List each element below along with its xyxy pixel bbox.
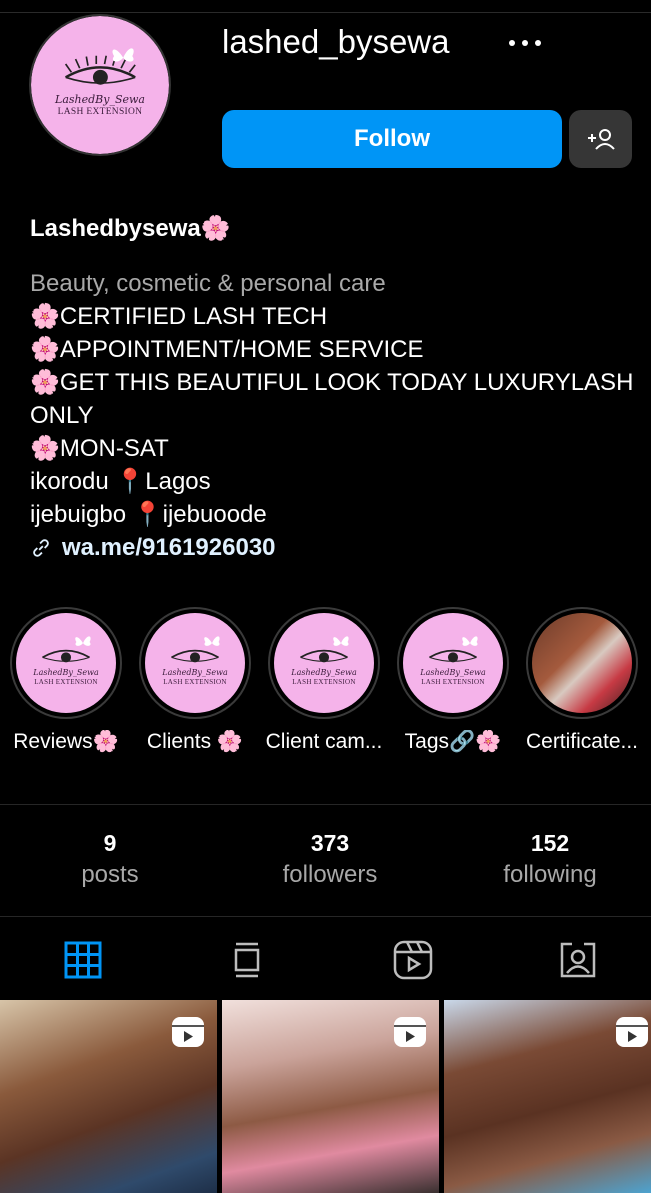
butterfly-icon (204, 636, 220, 646)
butterfly-icon (333, 636, 349, 646)
logo-subtitle: LASH EXTENSION (34, 677, 98, 686)
bio-line: ikorodu 📍Lagos (30, 468, 211, 495)
highlight-label: Client cam... (265, 730, 383, 753)
highlight-photo (532, 613, 632, 713)
highlight-cover (526, 607, 638, 719)
stats-top-divider (0, 804, 651, 805)
profile-bio: Beauty, cosmetic & personal care 🌸CERTIF… (30, 267, 640, 564)
stat-following[interactable]: 152 following (450, 828, 650, 892)
link-icon (33, 538, 49, 557)
logo-script-text: LashedBy_Sewa (291, 667, 357, 677)
highlight-cover: LashedBy_Sewa LASH EXTENSION (10, 607, 122, 719)
highlight-reviews[interactable]: LashedBy_Sewa LASH EXTENSION Reviews🌸 (2, 607, 130, 754)
highlight-client-cam[interactable]: LashedBy_Sewa LASH EXTENSION Client cam.… (260, 607, 388, 754)
grid-icon (64, 941, 102, 979)
profile-avatar[interactable]: LashedBy_Sewa LASH EXTENSION (29, 14, 171, 156)
highlight-label: Certificate... (525, 730, 639, 753)
tagged-icon (560, 942, 596, 978)
tabs-top-divider (0, 916, 651, 917)
stat-followers[interactable]: 373 followers (230, 828, 430, 892)
profile-tabs (0, 918, 651, 998)
bio-link[interactable]: wa.me/9161926030 (30, 531, 640, 564)
bio-line: 🌸CERTIFIED LASH TECH (30, 303, 328, 330)
tab-reels[interactable] (391, 938, 435, 982)
reels-icon (393, 940, 433, 980)
bio-category: Beauty, cosmetic & personal care (30, 270, 386, 297)
posts-count: 9 (103, 830, 117, 856)
bio-line: ijebuigbo 📍ijebuoode (30, 501, 267, 528)
tab-feed[interactable] (225, 938, 269, 982)
story-highlights: LashedBy_Sewa LASH EXTENSION Reviews🌸 La… (0, 607, 651, 767)
tab-grid[interactable] (61, 938, 105, 982)
highlight-logo: LashedBy_Sewa LASH EXTENSION (16, 613, 116, 713)
highlight-label: Clients 🌸 (146, 730, 244, 753)
more-horizontal-icon (522, 40, 528, 46)
bio-line: 🌸APPOINTMENT/HOME SERVICE (30, 336, 424, 363)
highlight-tags[interactable]: LashedBy_Sewa LASH EXTENSION Tags🔗🌸 (389, 607, 517, 754)
posts-label: posts (81, 861, 139, 888)
stat-posts[interactable]: 9 posts (10, 828, 210, 892)
followers-count: 373 (310, 830, 350, 856)
butterfly-icon (112, 48, 134, 62)
more-options-button[interactable] (500, 28, 550, 58)
logo-script-text: LashedBy_Sewa (33, 667, 99, 677)
reel-icon (394, 1017, 426, 1047)
feed-icon (234, 942, 260, 978)
logo-subtitle: LASH EXTENSION (57, 107, 143, 118)
top-divider (0, 12, 651, 13)
posts-grid (0, 1000, 651, 1193)
tab-tagged[interactable] (556, 938, 600, 982)
following-count: 152 (530, 830, 570, 856)
profile-display-name: Lashedbysewa🌸 (30, 215, 231, 242)
follow-button[interactable]: Follow (222, 110, 562, 168)
following-label: following (503, 861, 597, 888)
post-thumbnail[interactable] (0, 1000, 217, 1193)
reel-icon (172, 1017, 204, 1047)
more-horizontal-icon (535, 40, 541, 46)
add-user-icon (587, 129, 615, 150)
bio-line: 🌸GET THIS BEAUTIFUL LOOK TODAY LUXURYLAS… (30, 369, 641, 429)
highlight-cover: LashedBy_Sewa LASH EXTENSION (397, 607, 509, 719)
post-thumbnail[interactable] (222, 1000, 439, 1193)
logo-script-text: LashedBy_Sewa (55, 93, 145, 107)
post-thumbnail[interactable] (444, 1000, 651, 1193)
highlight-certificate[interactable]: Certificate... (518, 607, 646, 754)
highlight-cover: LashedBy_Sewa LASH EXTENSION (268, 607, 380, 719)
followers-label: followers (282, 861, 378, 888)
profile-stats: 9 posts 373 followers 152 following (0, 828, 651, 898)
butterfly-icon (462, 636, 478, 646)
logo-subtitle: LASH EXTENSION (163, 677, 227, 686)
reel-icon (616, 1017, 648, 1047)
avatar-logo: LashedBy_Sewa LASH EXTENSION (31, 16, 169, 154)
highlight-logo: LashedBy_Sewa LASH EXTENSION (274, 613, 374, 713)
highlight-logo: LashedBy_Sewa LASH EXTENSION (403, 613, 503, 713)
logo-subtitle: LASH EXTENSION (292, 677, 356, 686)
highlight-cover: LashedBy_Sewa LASH EXTENSION (139, 607, 251, 719)
logo-script-text: LashedBy_Sewa (162, 667, 228, 677)
more-horizontal-icon (509, 40, 515, 46)
bio-link-text[interactable]: wa.me/9161926030 (62, 531, 276, 564)
highlight-label: Reviews🌸 (13, 730, 119, 753)
suggested-users-button[interactable] (569, 110, 632, 168)
highlight-logo: LashedBy_Sewa LASH EXTENSION (145, 613, 245, 713)
logo-script-text: LashedBy_Sewa (420, 667, 486, 677)
highlight-clients[interactable]: LashedBy_Sewa LASH EXTENSION Clients 🌸 (131, 607, 259, 754)
logo-subtitle: LASH EXTENSION (421, 677, 485, 686)
bio-line: 🌸MON-SAT (30, 435, 169, 462)
highlight-label: Tags🔗🌸 (404, 730, 502, 753)
profile-username: lashed_bysewa (222, 23, 450, 60)
butterfly-icon (75, 636, 91, 646)
